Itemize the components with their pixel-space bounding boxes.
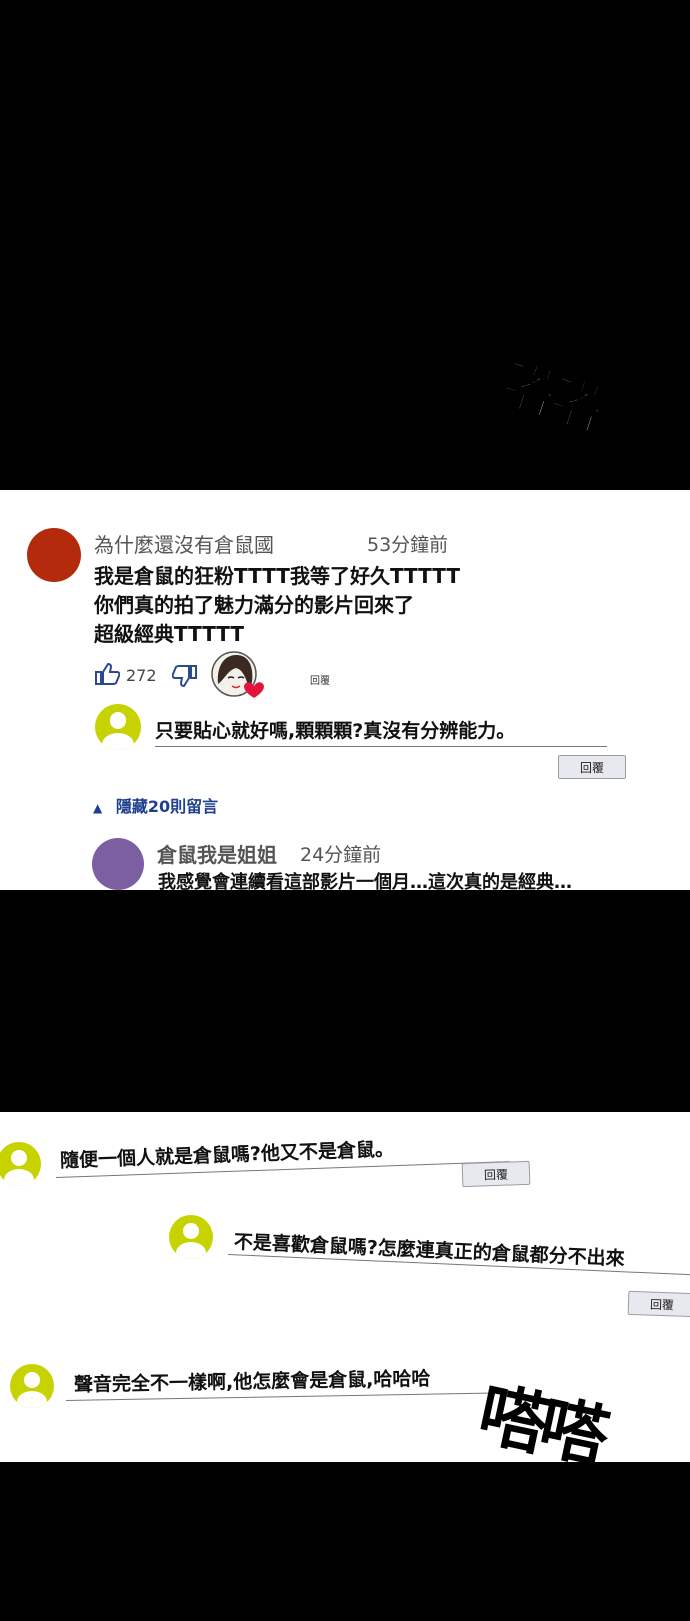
thumbs-down-icon[interactable]	[171, 664, 198, 692]
creator-heart-avatar	[210, 650, 266, 700]
reply-text[interactable]: 只要貼心就好嗎,顆顆顆?真沒有分辨能力。	[155, 716, 515, 743]
reply-button[interactable]: 回覆	[558, 755, 626, 779]
hide-replies-label: 隱藏20則留言	[115, 797, 219, 816]
comment-text: 我感覺會連續看這部影片一個月…這次真的是經典…	[158, 872, 572, 890]
avatar[interactable]	[92, 838, 144, 890]
bottom-black-panel	[0, 1462, 690, 1621]
reply-button[interactable]: 回覆	[627, 1290, 690, 1318]
thumbs-up-icon[interactable]	[94, 662, 121, 690]
sound-effect-text: 嗒嗒	[471, 1374, 610, 1462]
comment-username[interactable]: 為什麼還沒有倉鼠國	[94, 529, 274, 558]
hide-replies-toggle[interactable]: ▲ 隱藏20則留言	[93, 793, 218, 817]
reply-button[interactable]: 回覆	[461, 1160, 531, 1188]
comment-line: 超級經典TTTTT	[94, 622, 245, 646]
comment-username[interactable]: 倉鼠我是姐姐	[157, 839, 277, 868]
user-avatar-icon	[169, 1215, 213, 1259]
middle-black-panel: 噠噠	[0, 890, 690, 1112]
like-count: 272	[126, 666, 157, 685]
comment-time: 24分鐘前	[300, 844, 382, 866]
sound-effect-text: 嗒嗒	[492, 350, 609, 443]
top-black-panel: 嗒嗒	[0, 0, 690, 490]
reply-text: 聲音完全不一樣啊,他怎麼會是倉鼠,哈哈哈	[73, 1367, 431, 1396]
comment-line: 我是倉鼠的狂粉TTTT我等了好久TTTTT	[94, 564, 460, 588]
avatar[interactable]	[27, 528, 81, 582]
reply-link[interactable]: 回覆	[310, 672, 330, 687]
reply-text: 不是喜歡倉鼠嗎?怎麼連真正的倉鼠都分不出來	[233, 1231, 626, 1271]
user-avatar-icon	[95, 704, 141, 750]
comment-panel: 為什麼還沒有倉鼠國 53分鐘前 我是倉鼠的狂粉TTTT我等了好久TTTTT 你們…	[0, 490, 690, 890]
comment-time: 53分鐘前	[367, 534, 449, 556]
triangle-up-icon: ▲	[93, 801, 103, 815]
reply-underline	[155, 746, 607, 747]
sound-effect-text: 噠噠	[99, 927, 199, 996]
comment-line: 你們真的拍了魅力滿分的影片回來了	[94, 593, 414, 617]
user-avatar-icon	[0, 1142, 41, 1186]
replies-panel: 隨便一個人就是倉鼠嗎?他又不是倉鼠。 回覆 不是喜歡倉鼠嗎?怎麼連真正的倉鼠都分…	[0, 1112, 690, 1462]
user-avatar-icon	[10, 1364, 54, 1408]
